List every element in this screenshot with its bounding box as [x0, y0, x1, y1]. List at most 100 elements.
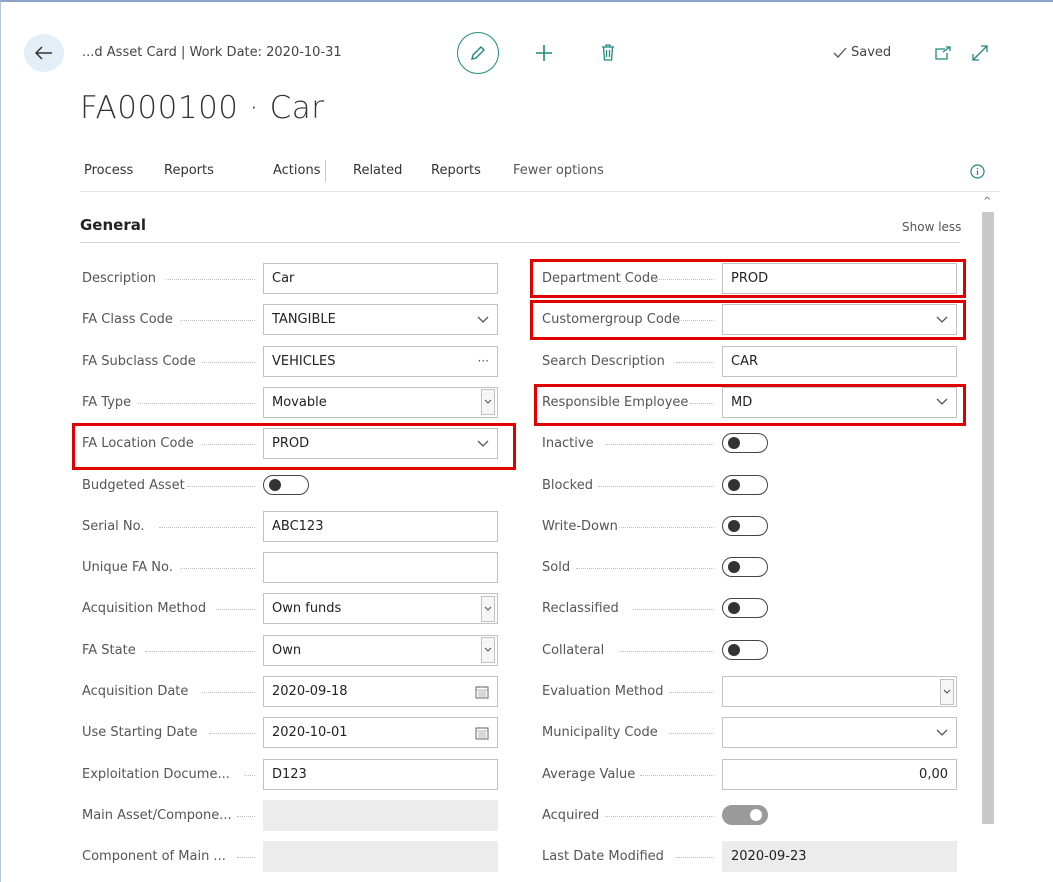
dropdown-toggle[interactable]: [477, 440, 489, 448]
action-related[interactable]: Related: [353, 163, 402, 178]
chevron-down-icon: [936, 316, 948, 323]
collateral-label: Collateral: [542, 642, 605, 658]
date-picker-button[interactable]: [475, 726, 489, 740]
last-date-modified-leader-dots: [675, 857, 714, 859]
calendar-icon: [475, 685, 489, 698]
expand-icon: [972, 45, 988, 61]
department-code-field[interactable]: PROD: [722, 263, 957, 294]
pencil-icon: [471, 46, 485, 60]
acquisition-date-field[interactable]: 2020-09-18: [263, 676, 498, 707]
description-field[interactable]: Car: [263, 263, 498, 294]
acquired-toggle[interactable]: [722, 804, 768, 825]
acquisition-method-leader-dots: [215, 609, 255, 611]
toggle-knob: [728, 643, 740, 656]
reclassified-toggle[interactable]: [722, 598, 768, 619]
toggle-knob: [728, 519, 740, 532]
sold-toggle[interactable]: [722, 557, 768, 578]
acquisition-method-field[interactable]: Own funds: [263, 593, 498, 625]
dropdown-toggle[interactable]: [936, 316, 948, 324]
municipality-code-field[interactable]: [722, 717, 957, 749]
customergroup-code-field[interactable]: [722, 304, 957, 336]
department-code-leader-dots: [654, 279, 714, 280]
calendar-icon: [475, 726, 489, 740]
dropdown-toggle[interactable]: [936, 398, 948, 406]
acquisition-method-value: Own funds: [272, 601, 342, 617]
date-picker-button[interactable]: [475, 685, 489, 699]
action-reports-2[interactable]: Reports: [431, 163, 481, 178]
search-description-leader-dots: [675, 361, 714, 363]
dropdown-toggle[interactable]: [481, 637, 495, 664]
evaluation-method-field[interactable]: [722, 676, 957, 707]
action-reports[interactable]: Reports: [164, 163, 214, 178]
checkmark-icon: [833, 47, 847, 58]
budgeted-asset-label: Budgeted Asset: [82, 477, 185, 493]
dropdown-toggle[interactable]: [481, 595, 495, 622]
reclassified-label: Reclassified: [542, 601, 619, 617]
use-starting-date-leader-dots: [208, 733, 255, 735]
back-button[interactable]: [24, 34, 64, 72]
scroll-up-arrow[interactable]: ^: [983, 196, 991, 207]
acquisition-date-value: 2020-09-18: [272, 684, 348, 699]
responsible-employee-field[interactable]: MD: [722, 386, 957, 418]
dropdown-toggle[interactable]: [936, 729, 948, 737]
dropdown-toggle[interactable]: [481, 389, 495, 416]
main-asset-compone-label: Main Asset/Compone...: [82, 807, 232, 823]
write-down-toggle[interactable]: [722, 515, 768, 536]
last-date-modified-label: Last Date Modified: [542, 849, 664, 865]
new-button[interactable]: [533, 42, 555, 64]
blocked-leader-dots: [597, 485, 714, 487]
serial-no-field[interactable]: ABC123: [263, 510, 498, 542]
fa-state-field[interactable]: Own: [263, 634, 498, 666]
exploitation-docume-field[interactable]: D123: [263, 758, 498, 790]
search-description-value: CAR: [731, 353, 759, 369]
use-starting-date-field[interactable]: 2020-10-01: [263, 717, 498, 749]
sold-leader-dots: [576, 568, 714, 570]
expand-button[interactable]: [970, 43, 990, 63]
dropdown-toggle[interactable]: [477, 316, 489, 324]
use-starting-date-value: 2020-10-01: [272, 725, 348, 741]
action-process[interactable]: Process: [84, 163, 133, 178]
inactive-toggle[interactable]: [722, 433, 768, 454]
unique-fa-no-field[interactable]: [263, 552, 498, 584]
fa-subclass-code-value: VEHICLES: [272, 353, 336, 369]
fa-subclass-code-field[interactable]: VEHICLES ···: [263, 345, 498, 377]
blocked-toggle[interactable]: [722, 474, 768, 495]
fa-type-field[interactable]: Movable: [263, 386, 498, 418]
unique-fa-no-label: Unique FA No.: [82, 560, 173, 576]
delete-button[interactable]: [598, 41, 618, 63]
budgeted-asset-toggle[interactable]: [263, 474, 309, 495]
responsible-employee-leader-dots: [690, 402, 714, 404]
last-date-modified-field: 2020-09-23: [722, 841, 957, 873]
fa-class-code-leader-dots: [180, 320, 255, 322]
serial-no-value: ABC123: [272, 518, 324, 534]
average-value-field[interactable]: 0,00: [722, 758, 957, 790]
section-title-general: General: [80, 216, 146, 234]
search-description-field[interactable]: CAR: [722, 345, 957, 377]
open-new-window-icon: [935, 46, 951, 60]
fa-subclass-code-leader-dots: [201, 361, 255, 363]
chevron-down-icon: [484, 400, 492, 405]
open-new-window-button[interactable]: [934, 44, 952, 62]
show-less-link[interactable]: Show less: [902, 220, 961, 234]
dropdown-toggle[interactable]: [940, 678, 954, 705]
unique-fa-no-leader-dots: [180, 568, 255, 570]
fa-class-code-field[interactable]: TANGIBLE: [263, 304, 498, 336]
scrollbar-thumb[interactable]: [982, 212, 994, 824]
fa-type-label: FA Type: [82, 394, 132, 410]
inactive-leader-dots: [604, 444, 714, 446]
chevron-down-icon: [936, 729, 948, 736]
customergroup-code-leader-dots: [675, 320, 714, 322]
edit-button[interactable]: [457, 32, 499, 74]
acquisition-date-leader-dots: [201, 692, 255, 693]
fa-state-label: FA State: [82, 642, 136, 658]
description-value: Car: [272, 271, 295, 286]
toggle-knob: [728, 561, 740, 574]
info-button[interactable]: [970, 164, 985, 183]
ellipsis-icon[interactable]: ···: [478, 354, 489, 368]
collateral-toggle[interactable]: [722, 639, 768, 660]
toggle-knob: [269, 478, 281, 491]
action-fewer-options[interactable]: Fewer options: [513, 163, 604, 178]
fa-location-code-field[interactable]: PROD: [263, 428, 498, 460]
back-arrow-icon: [35, 46, 52, 60]
action-actions[interactable]: Actions: [273, 163, 321, 178]
